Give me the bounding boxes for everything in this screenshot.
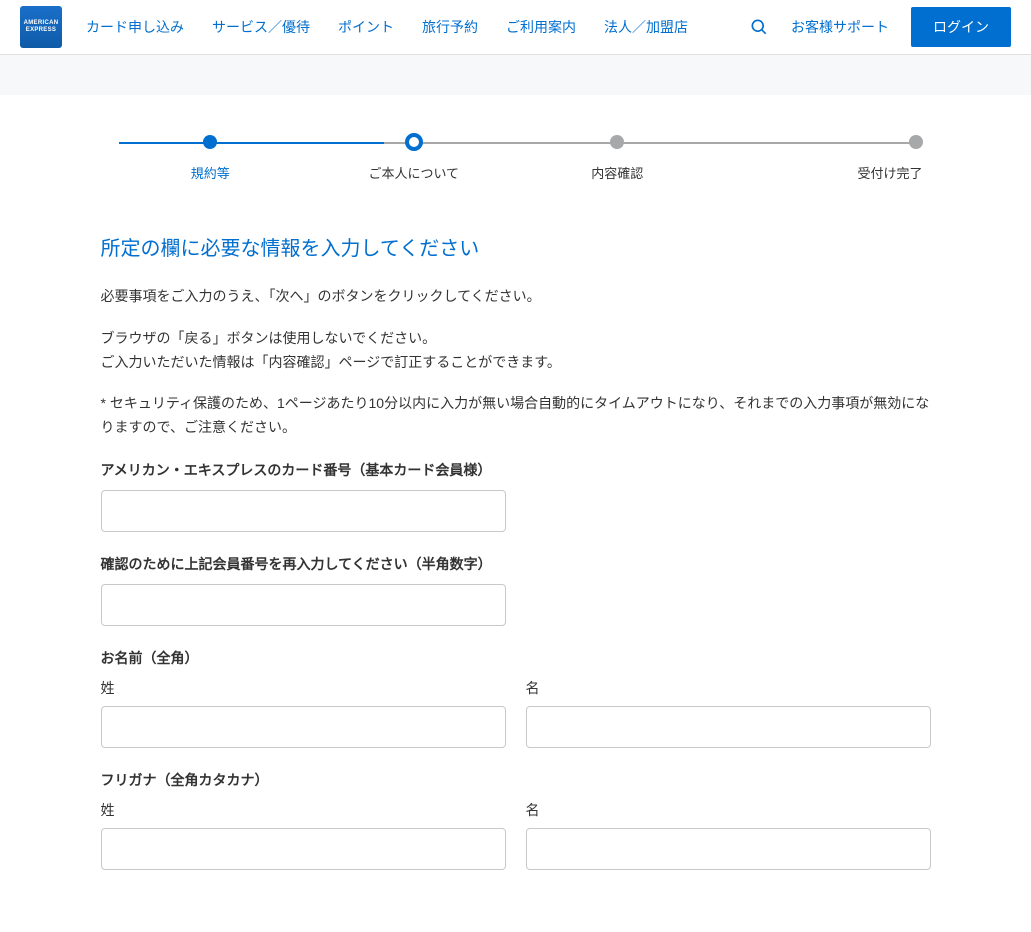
support-link[interactable]: お客様サポート	[791, 17, 889, 37]
step-label-3: 内容確認	[591, 163, 643, 182]
intro-text: 必要事項をご入力のうえ、「次へ」のボタンをクリックしてください。 ブラウザの「戻…	[101, 285, 931, 440]
kana-last-input[interactable]	[101, 828, 506, 870]
card-number-confirm-label: 確認のために上記会員番号を再入力してください（半角数字）	[101, 554, 931, 574]
progress-stepper: 規約等 ご本人について 内容確認 受付け完了	[109, 135, 923, 182]
nav-corporate[interactable]: 法人／加盟店	[604, 17, 688, 37]
login-button[interactable]: ログイン	[911, 7, 1011, 47]
page-title: 所定の欄に必要な情報を入力してください	[101, 232, 931, 261]
nav-travel[interactable]: 旅行予約	[422, 17, 478, 37]
amex-logo-text: AMERICAN EXPRESS	[20, 20, 62, 33]
last-name-input[interactable]	[101, 706, 506, 748]
field-card-number-confirm: 確認のために上記会員番号を再入力してください（半角数字）	[101, 554, 931, 626]
card-number-input[interactable]	[101, 490, 506, 532]
amex-logo[interactable]: AMERICAN EXPRESS	[20, 6, 62, 48]
kana-first-sublabel: 名	[526, 800, 931, 820]
intro-line-2: ブラウザの「戻る」ボタンは使用しないでください。 ご入力いただいた情報は「内容確…	[101, 327, 931, 375]
step-2: ご本人について	[312, 135, 516, 182]
nav-card-apply[interactable]: カード申し込み	[86, 17, 184, 37]
step-4: 受付け完了	[719, 135, 923, 182]
first-name-input[interactable]	[526, 706, 931, 748]
card-number-label: アメリカン・エキスプレスのカード番号（基本カード会員様）	[101, 460, 931, 480]
step-label-4: 受付け完了	[857, 163, 922, 182]
kana-last-sublabel: 姓	[101, 800, 506, 820]
card-number-confirm-input[interactable]	[101, 584, 506, 626]
last-name-sublabel: 姓	[101, 678, 506, 698]
step-1: 規約等	[109, 135, 313, 182]
step-label-2: ご本人について	[368, 163, 459, 182]
page-bg-strip	[0, 55, 1031, 95]
intro-line-3: * セキュリティ保護のため、1ページあたり10分以内に入力が無い場合自動的にタイ…	[101, 392, 931, 440]
intro-line-1: 必要事項をご入力のうえ、「次へ」のボタンをクリックしてください。	[101, 285, 931, 309]
main-container: 規約等 ご本人について 内容確認 受付け完了 所定の欄に必要な情報を入力してくだ…	[101, 95, 931, 932]
step-label-1: 規約等	[191, 163, 230, 182]
form: アメリカン・エキスプレスのカード番号（基本カード会員様） 確認のために上記会員番…	[101, 460, 931, 870]
field-card-number: アメリカン・エキスプレスのカード番号（基本カード会員様）	[101, 460, 931, 532]
col-kana-first: 名	[526, 800, 931, 870]
first-name-sublabel: 名	[526, 678, 931, 698]
col-kana-last: 姓	[101, 800, 506, 870]
kana-first-input[interactable]	[526, 828, 931, 870]
main-nav: カード申し込み サービス／優待 ポイント 旅行予約 ご利用案内 法人／加盟店	[86, 17, 749, 37]
step-dot-2	[405, 133, 423, 151]
search-icon[interactable]	[749, 17, 769, 37]
field-name: お名前（全角） 姓 名	[101, 648, 931, 748]
nav-services[interactable]: サービス／優待	[212, 17, 310, 37]
nav-usage[interactable]: ご利用案内	[506, 17, 576, 37]
col-last-name: 姓	[101, 678, 506, 748]
global-header: AMERICAN EXPRESS カード申し込み サービス／優待 ポイント 旅行…	[0, 0, 1031, 55]
step-dot-3	[610, 135, 624, 149]
step-3: 内容確認	[516, 135, 720, 182]
kana-label: フリガナ（全角カタカナ）	[101, 770, 931, 790]
step-dot-1	[203, 135, 217, 149]
header-right: お客様サポート ログイン	[749, 7, 1011, 47]
nav-points[interactable]: ポイント	[338, 17, 394, 37]
field-kana: フリガナ（全角カタカナ） 姓 名	[101, 770, 931, 870]
step-dot-4	[909, 135, 923, 149]
col-first-name: 名	[526, 678, 931, 748]
name-label: お名前（全角）	[101, 648, 931, 668]
